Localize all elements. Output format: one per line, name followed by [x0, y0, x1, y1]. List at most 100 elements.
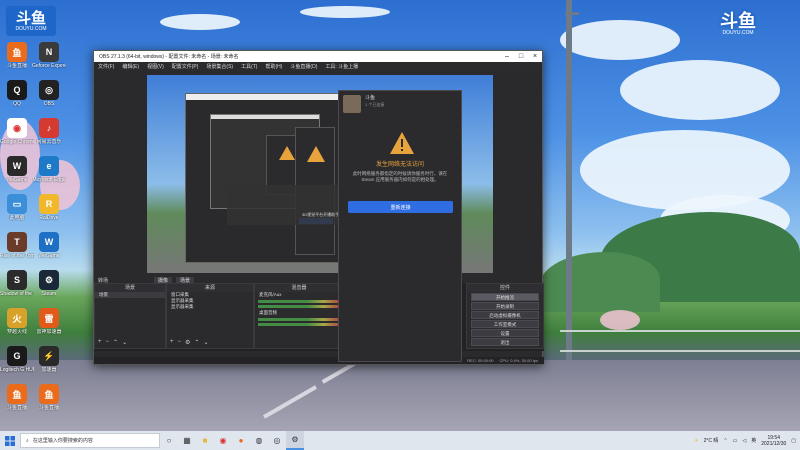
source-item[interactable]: 显示器采集 — [167, 304, 253, 310]
desktop-icon[interactable]: ◎ OBS — [34, 80, 64, 107]
volume-slider[interactable] — [258, 323, 340, 326]
desktop-icon[interactable]: SShadow of the Tomb Raider — [0, 270, 34, 297]
app-icon: 鱼 — [7, 384, 27, 404]
menu-item[interactable]: 斗鱼直播(D) — [290, 63, 317, 70]
window-title: OBS 27.1.3 (64-bit, windows) - 配置文件: 未命名… — [99, 54, 239, 60]
file-explorer-icon[interactable]: ■ — [196, 431, 214, 450]
weather-icon[interactable]: ☀ — [694, 438, 698, 444]
desktop-icon[interactable]: e Microsoft Edge — [32, 156, 66, 183]
volume-meter — [258, 300, 340, 303]
menu-item[interactable]: 工具: 斗鱼上播 — [325, 63, 358, 70]
douyu-logo-top-left: 斗鱼 DOUYU.COM — [6, 6, 56, 36]
menu-item[interactable]: 帮助(H) — [265, 63, 282, 70]
desktop-icon[interactable]: ◉ Google Chrome — [0, 118, 34, 145]
cpu-status: CPU: 0.4%, 30.00 fps — [499, 358, 538, 363]
add-icon[interactable]: + — [170, 339, 174, 346]
task-view-icon[interactable]: ○ — [160, 431, 178, 450]
desktop-icon[interactable]: G Logitech G HUB — [0, 346, 34, 373]
search-input[interactable]: ⌕ 在这里输入你要搜索的内容 — [20, 433, 160, 448]
steam-icon[interactable]: ⚙ — [286, 431, 304, 450]
desktop-icon[interactable]: ⚡ 加速器 — [34, 346, 64, 373]
reconnect-button[interactable]: 重新连接 — [348, 201, 453, 213]
mixer-dock[interactable]: 混音器 麦克风/Aux 桌面音频 — [254, 283, 344, 349]
app-icon: S — [7, 270, 27, 290]
notification-icon[interactable]: ▢ — [791, 438, 796, 444]
app-icon[interactable]: ◍ — [250, 431, 268, 450]
desktop-icon[interactable]: 鱼斗鱼直播 — [34, 384, 64, 411]
ime-icon[interactable]: 英 — [751, 437, 756, 444]
desktop-icon[interactable]: R RaiDrive — [34, 194, 64, 221]
down-icon[interactable]: ⌄ — [203, 339, 208, 346]
desktop-icon-label: Microsoft Edge — [32, 177, 66, 183]
chevron-up-icon[interactable]: ⌃ — [723, 438, 727, 444]
control-button[interactable]: 开始录制 — [471, 302, 539, 310]
desktop-icon[interactable]: ⚙ Steam — [34, 270, 64, 297]
clock[interactable]: 19:54 2021/12/30 — [761, 435, 786, 447]
network-error-dialog[interactable]: 斗鱼 1 个已连接 发生网络无法访问 此时网络服务都指定的时候请你服务时行，请在… — [338, 90, 462, 362]
desktop-icon[interactable]: W WeGame — [2, 156, 32, 183]
sources-toolbar: + − ⚙ ⌃ ⌄ — [170, 339, 208, 346]
desktop-icon[interactable]: TRise of the Tomb Raider — [0, 232, 34, 259]
desktop-icon[interactable]: W WeGame — [34, 232, 64, 259]
control-button[interactable]: 设置 — [471, 329, 539, 337]
obs-titlebar[interactable]: OBS 27.1.3 (64-bit, windows) - 配置文件: 未命名… — [94, 51, 542, 62]
nested-caption: 3D视觉平台开播助手 — [302, 212, 340, 217]
obs-window[interactable]: OBS 27.1.3 (64-bit, windows) - 配置文件: 未命名… — [93, 50, 544, 365]
desktop-icon[interactable]: ▭ 此电脑 — [2, 194, 32, 221]
app-icon: W — [7, 156, 27, 176]
sources-dock[interactable]: 来源 窗口采集 显示器采集 显示器采集 + − ⚙ ⌃ ⌄ — [166, 283, 254, 349]
road — [0, 360, 800, 436]
desktop-icon-label: Rise of the Tomb Raider — [0, 253, 34, 259]
app-icon: ◉ — [7, 118, 27, 138]
app-icon: N — [39, 42, 59, 62]
up-icon[interactable]: ⌃ — [194, 339, 199, 346]
control-button[interactable]: 工作室模式 — [471, 320, 539, 328]
menu-item[interactable]: 场景集合(S) — [206, 63, 233, 70]
obs-icon[interactable]: ◎ — [268, 431, 286, 450]
warning-icon — [390, 132, 414, 154]
desktop-icon[interactable]: 雷雷神加速器 — [34, 308, 64, 335]
dialog-title: 发生网络无法访问 — [375, 162, 424, 168]
add-icon[interactable]: + — [98, 339, 102, 346]
dialog-message: 此时网络服务都指定的时候请你服务时行，请在 Steam 应用服务器内如何是的相处… — [352, 171, 448, 182]
app-icon: G — [7, 346, 27, 366]
obs-menubar: 文件(F) 编辑(E) 视图(V) 配置文件(P) 场景集合(S) 工具(T) 帮助(H) 斗… — [94, 62, 542, 71]
up-icon[interactable]: ⌃ — [113, 339, 118, 346]
menu-item[interactable]: 编辑(E) — [122, 63, 139, 70]
volume-icon[interactable]: ◁ — [742, 438, 746, 444]
douyu-app-icon[interactable]: ● — [232, 431, 250, 450]
douyu-watermark-logo: 斗鱼 DOUYU.COM — [710, 6, 766, 42]
desktop-icon[interactable]: 鱼斗鱼直播 — [2, 384, 32, 411]
desktop-icon[interactable]: Q QQ — [2, 80, 32, 107]
control-button[interactable]: 开始推流 — [471, 293, 539, 301]
scene-item[interactable]: 场景 — [95, 292, 165, 298]
menu-item[interactable]: 视图(V) — [147, 63, 164, 70]
minimize-icon[interactable]: – — [500, 53, 514, 60]
desktop-icon-label: 加速器 — [41, 367, 57, 373]
control-button[interactable]: 退出 — [471, 338, 539, 346]
network-icon[interactable]: ▭ — [733, 438, 738, 444]
desktop-icon[interactable]: NGeforce Experience — [32, 42, 66, 69]
maximize-icon[interactable]: □ — [514, 53, 528, 60]
chrome-icon[interactable]: ◉ — [214, 431, 232, 450]
desktop-icon[interactable]: 鱼斗鱼直播 — [2, 42, 32, 69]
windows-start-icon[interactable] — [0, 431, 20, 450]
scenes-dock[interactable]: 场景 场景 + − ⌃ ⌄ — [94, 283, 166, 349]
menu-item[interactable]: 工具(T) — [241, 63, 257, 70]
menu-item[interactable]: 配置文件(P) — [172, 63, 199, 70]
sources-title: 来源 — [167, 284, 253, 292]
control-button[interactable]: 启动虚拟摄像机 — [471, 311, 539, 319]
logo-subtext: DOUYU.COM — [15, 25, 47, 32]
app-icon: 鱼 — [7, 42, 27, 62]
gear-icon[interactable]: ⚙ — [185, 339, 190, 346]
widgets-icon[interactable]: ▦ — [178, 431, 196, 450]
down-icon[interactable]: ⌄ — [122, 339, 127, 346]
desktop-icon[interactable]: 火穿越火线 — [2, 308, 32, 335]
close-icon[interactable]: × — [528, 53, 542, 60]
volume-slider[interactable] — [258, 305, 340, 308]
watermark-subtext: DOUYU.COM — [722, 30, 754, 36]
desktop-icon[interactable]: ♪ 网易云音乐 — [34, 118, 64, 145]
remove-icon[interactable]: − — [106, 339, 110, 346]
remove-icon[interactable]: − — [178, 339, 182, 346]
menu-item[interactable]: 文件(F) — [98, 63, 114, 70]
